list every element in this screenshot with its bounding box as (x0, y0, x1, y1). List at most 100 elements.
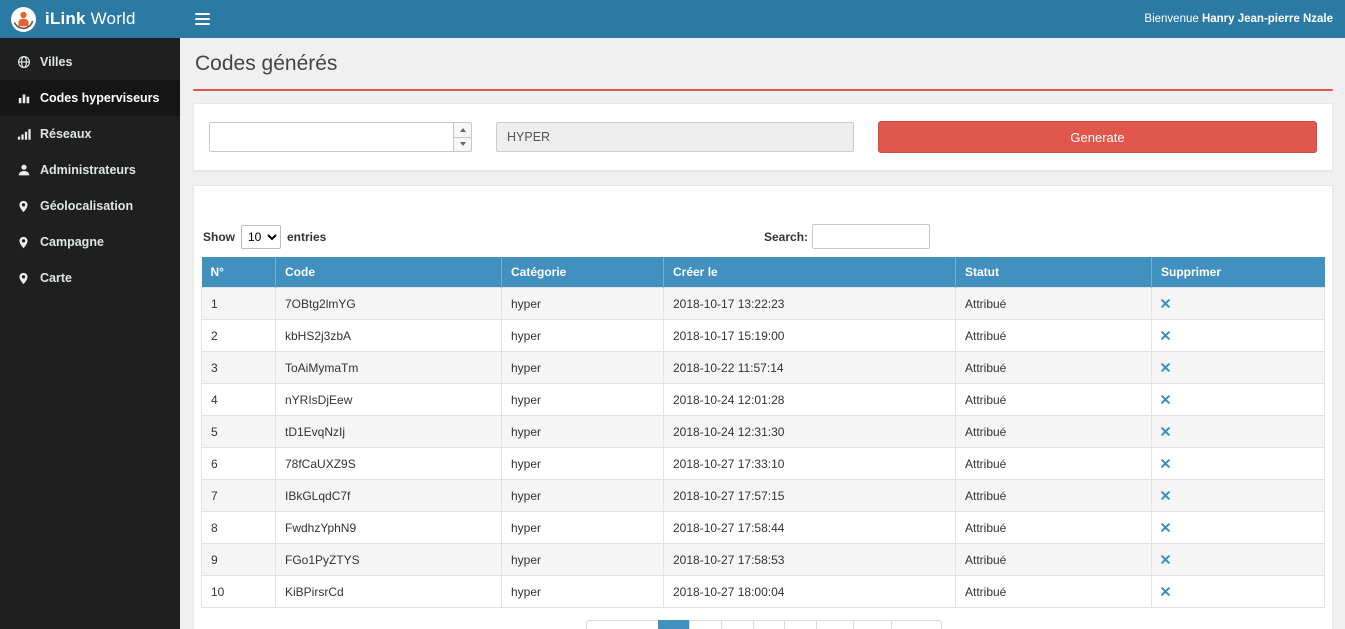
sidebar-item-geolocalisation[interactable]: Géolocalisation (0, 188, 180, 224)
welcome-user-name: Hanry Jean-pierre Nzale (1202, 13, 1333, 25)
search-label: Search: (764, 230, 808, 244)
stepper-buttons (453, 123, 471, 151)
sidebar-item-campagne[interactable]: Campagne (0, 224, 180, 260)
page-button-ellipsis[interactable]: … (816, 620, 854, 629)
content: Codes générés Generate Show 10 (180, 38, 1345, 629)
cell-number: 4 (202, 384, 276, 416)
sidebar-item-label: Codes hyperviseurs (40, 91, 160, 105)
table-footer: Showing 1 to 10 of 218 entries Previous1… (201, 620, 1325, 629)
stepper-up-icon[interactable] (454, 123, 471, 138)
cell-code: 78fCaUXZ9S (276, 448, 502, 480)
sidebar-item-codes-hyperviseurs[interactable]: Codes hyperviseurs (0, 80, 180, 116)
page-button-2[interactable]: 2 (689, 620, 722, 629)
delete-icon[interactable] (1161, 299, 1170, 308)
cell-delete (1152, 384, 1325, 416)
table-controls: Show 10 entries Search: (201, 224, 1325, 249)
table-panel: Show 10 entries Search: N°CodeCatégorieC… (193, 185, 1333, 629)
column-header[interactable]: Code (276, 257, 502, 288)
table-row: 4nYRIsDjEewhyper2018-10-24 12:01:28Attri… (202, 384, 1325, 416)
page-button-1[interactable]: 1 (658, 620, 691, 629)
map-marker-icon (16, 200, 31, 213)
column-header[interactable]: N° (202, 257, 276, 288)
stepper-down-icon[interactable] (454, 138, 471, 152)
delete-icon[interactable] (1161, 523, 1170, 532)
delete-icon[interactable] (1161, 395, 1170, 404)
sidebar-item-label: Réseaux (40, 127, 91, 141)
cell-delete (1152, 480, 1325, 512)
hamburger-menu-icon[interactable] (180, 0, 225, 38)
column-header[interactable]: Catégorie (502, 257, 664, 288)
delete-icon[interactable] (1161, 555, 1170, 564)
table-row: 8FwdhzYphN9hyper2018-10-27 17:58:44Attri… (202, 512, 1325, 544)
delete-icon[interactable] (1161, 331, 1170, 340)
cell-category: hyper (502, 512, 664, 544)
globe-icon (16, 55, 31, 69)
page-button-22[interactable]: 22 (853, 620, 892, 629)
cell-code: FwdhzYphN9 (276, 512, 502, 544)
delete-icon[interactable] (1161, 459, 1170, 468)
cell-status: Attribué (956, 288, 1152, 320)
sidebar-item-label: Campagne (40, 235, 104, 249)
table-row: 9FGo1PyZTYShyper2018-10-27 17:58:53Attri… (202, 544, 1325, 576)
cell-status: Attribué (956, 416, 1152, 448)
ilink-logo-icon (10, 6, 37, 33)
table-row: 3ToAiMymaTmhyper2018-10-22 11:57:14Attri… (202, 352, 1325, 384)
page-button-next[interactable]: Next (891, 620, 942, 629)
cell-number: 1 (202, 288, 276, 320)
cell-category: hyper (502, 288, 664, 320)
cell-category: hyper (502, 576, 664, 608)
cell-number: 10 (202, 576, 276, 608)
user-icon (16, 163, 31, 177)
search-input[interactable] (812, 224, 930, 249)
code-count-input[interactable] (210, 123, 453, 151)
search-control: Search: (764, 224, 1325, 249)
category-input (496, 122, 854, 152)
page-button-previous[interactable]: Previous (586, 620, 659, 629)
cell-code: KiBPirsrCd (276, 576, 502, 608)
sidebar-item-label: Carte (40, 271, 72, 285)
cell-code: nYRIsDjEew (276, 384, 502, 416)
cell-number: 6 (202, 448, 276, 480)
generator-panel: Generate (193, 103, 1333, 171)
welcome-prefix: Bienvenue (1144, 13, 1202, 25)
brand-rest: World (86, 9, 136, 28)
show-label: Show (203, 230, 235, 244)
table-summary: Showing 1 to 10 of 218 entries (201, 620, 586, 629)
page-button-5[interactable]: 5 (784, 620, 817, 629)
table-row: 5tD1EvqNzIjhyper2018-10-24 12:31:30Attri… (202, 416, 1325, 448)
generate-button[interactable]: Generate (878, 121, 1317, 153)
cell-delete (1152, 288, 1325, 320)
column-header[interactable]: Supprimer (1152, 257, 1325, 288)
entries-label: entries (287, 230, 326, 244)
column-header[interactable]: Statut (956, 257, 1152, 288)
sidebar-item-label: Villes (40, 55, 72, 69)
cell-delete (1152, 416, 1325, 448)
sidebar-item-reseaux[interactable]: Réseaux (0, 116, 180, 152)
table-row: 10KiBPirsrCdhyper2018-10-27 18:00:04Attr… (202, 576, 1325, 608)
cell-status: Attribué (956, 352, 1152, 384)
delete-icon[interactable] (1161, 363, 1170, 372)
cell-category: hyper (502, 544, 664, 576)
cell-category: hyper (502, 416, 664, 448)
topbar: iLink World Bienvenue Hanry Jean-pierre … (0, 0, 1345, 38)
app-root: iLink World Bienvenue Hanry Jean-pierre … (0, 0, 1345, 629)
cell-number: 8 (202, 512, 276, 544)
page-button-4[interactable]: 4 (753, 620, 786, 629)
table-row: 2kbHS2j3zbAhyper2018-10-17 15:19:00Attri… (202, 320, 1325, 352)
page-length-select[interactable]: 10 (241, 225, 281, 249)
column-header[interactable]: Créer le (664, 257, 956, 288)
delete-icon[interactable] (1161, 427, 1170, 436)
codes-table: N°CodeCatégorieCréer leStatutSupprimer 1… (201, 257, 1325, 608)
sidebar-item-villes[interactable]: Villes (0, 44, 180, 80)
page-button-3[interactable]: 3 (721, 620, 754, 629)
brand[interactable]: iLink World (0, 0, 180, 38)
cell-code: IBkGLqdC7f (276, 480, 502, 512)
sidebar-item-administrateurs[interactable]: Administrateurs (0, 152, 180, 188)
delete-icon[interactable] (1161, 587, 1170, 596)
cell-status: Attribué (956, 576, 1152, 608)
table-row: 7IBkGLqdC7fhyper2018-10-27 17:57:15Attri… (202, 480, 1325, 512)
cell-created: 2018-10-24 12:01:28 (664, 384, 956, 416)
delete-icon[interactable] (1161, 491, 1170, 500)
cell-status: Attribué (956, 448, 1152, 480)
sidebar-item-carte[interactable]: Carte (0, 260, 180, 296)
